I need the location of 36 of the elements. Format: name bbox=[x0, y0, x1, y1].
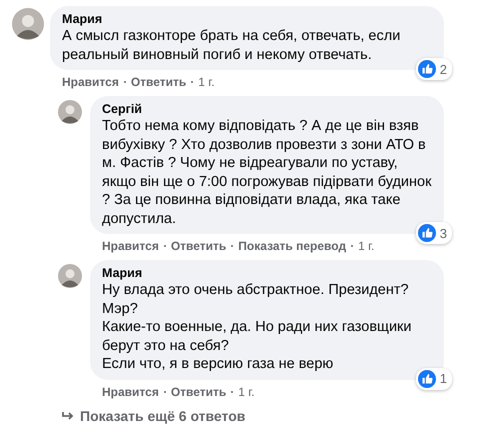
reaction-count: 2 bbox=[440, 62, 447, 76]
like-icon bbox=[418, 60, 436, 78]
reply-arrow-icon bbox=[62, 410, 74, 420]
author-name[interactable]: Сергій bbox=[102, 101, 432, 117]
reaction-count: 1 bbox=[440, 371, 447, 386]
separator-dot bbox=[191, 81, 194, 83]
separator-dot bbox=[124, 81, 126, 83]
avatar-icon[interactable] bbox=[58, 100, 82, 124]
action-link[interactable]: Ответить bbox=[170, 239, 226, 253]
separator-dot bbox=[351, 245, 354, 247]
author-name[interactable]: Мария bbox=[102, 265, 432, 281]
separator-dot bbox=[231, 245, 234, 247]
like-icon bbox=[418, 370, 436, 388]
avatar-icon[interactable] bbox=[58, 264, 82, 288]
more-replies-link[interactable]: Показать ещё 6 ответов bbox=[62, 406, 246, 424]
separator-dot bbox=[164, 390, 166, 392]
reaction-badge[interactable]: 2 bbox=[416, 58, 452, 80]
separator-dot bbox=[164, 245, 166, 247]
avatar-icon[interactable] bbox=[12, 8, 44, 40]
like-icon bbox=[418, 224, 436, 242]
comment-text: А смысл газконторе брать на себя, отвечать, если реальный виновный погиб и некому отвечать. bbox=[62, 27, 402, 64]
reaction-badge[interactable]: 1 bbox=[416, 368, 452, 390]
comment-text: Ну влада это очень абстрактное. Президент? Мэр? Какие-то военные, да. Но ради них газовщики берут это на себя? Если что, я в версию газа не верю bbox=[102, 281, 412, 374]
action-link[interactable]: Нравится bbox=[62, 75, 119, 89]
action-link[interactable]: Нравится bbox=[102, 239, 159, 253]
action-link[interactable]: Ответить bbox=[130, 75, 186, 89]
action-link[interactable]: Показать перевод bbox=[238, 239, 346, 253]
action-link[interactable]: Ответить bbox=[170, 384, 226, 398]
separator-dot bbox=[231, 390, 234, 392]
action-link[interactable]: Нравится bbox=[102, 384, 159, 398]
reaction-count: 3 bbox=[440, 226, 447, 240]
author-name[interactable]: Мария bbox=[62, 11, 432, 27]
comment-time[interactable]: 1 г. bbox=[358, 239, 374, 253]
comment-time[interactable]: 1 г. bbox=[238, 384, 255, 398]
comment-time[interactable]: 1 г. bbox=[198, 75, 215, 89]
reaction-badge[interactable]: 3 bbox=[416, 222, 452, 244]
